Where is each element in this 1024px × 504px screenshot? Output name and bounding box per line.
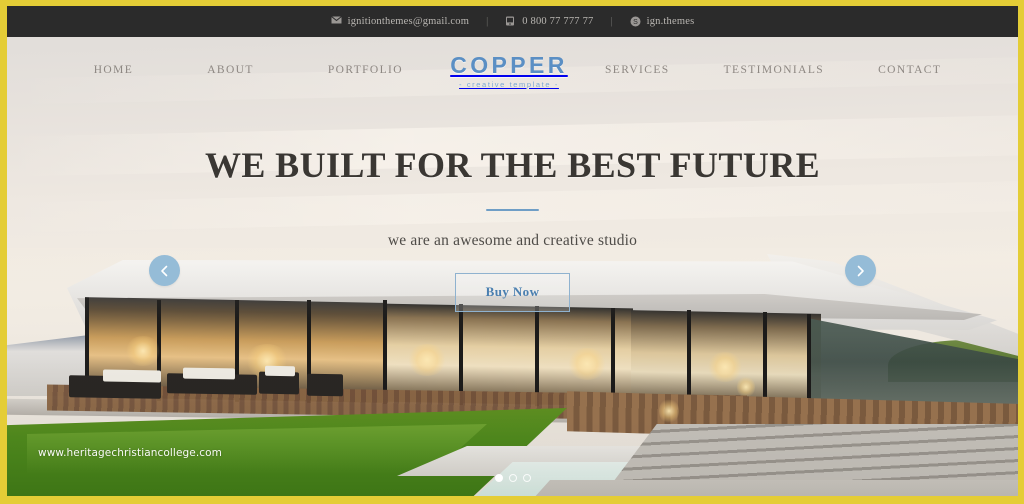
carousel-next-button[interactable] xyxy=(845,255,876,286)
site-viewport: WE BUILT FOR THE BEST FUTURE we are an a… xyxy=(7,6,1018,496)
buy-now-button[interactable]: Buy Now xyxy=(454,272,571,312)
envelope-icon xyxy=(330,16,342,27)
contact-skype-text: ign.themes xyxy=(646,16,695,27)
contact-phone-text: 0 800 77 777 77 xyxy=(522,16,594,27)
nav-item-contact[interactable]: CONTACT xyxy=(878,60,941,80)
main-navigation: HOME ABOUT PORTFOLIO COPPER - creative t… xyxy=(7,37,1018,103)
logo-tagline: - creative template - xyxy=(459,79,559,89)
chevron-left-icon xyxy=(160,265,169,277)
hero-content: WE BUILT FOR THE BEST FUTURE we are an a… xyxy=(7,145,1018,312)
carousel-dot-2[interactable] xyxy=(508,474,517,482)
title-divider xyxy=(486,208,539,211)
top-contact-bar: ignitionthemes@gmail.com | 0 800 77 777 … xyxy=(7,6,1018,37)
phone-icon xyxy=(505,16,516,27)
contact-skype[interactable]: S ign.themes xyxy=(630,16,695,27)
nav-item-about[interactable]: ABOUT xyxy=(207,60,254,80)
nav-item-portfolio[interactable]: PORTFOLIO xyxy=(328,60,403,80)
contact-separator-2: | xyxy=(610,16,613,27)
nav-item-testimonials[interactable]: TESTIMONIALS xyxy=(724,60,825,80)
contact-phone[interactable]: 0 800 77 777 77 xyxy=(505,16,593,27)
chevron-right-icon xyxy=(856,265,865,277)
contact-email-text: ignitionthemes@gmail.com xyxy=(347,16,470,27)
nav-item-home[interactable]: HOME xyxy=(94,60,133,80)
carousel-dot-1[interactable] xyxy=(494,474,503,482)
watermark-url: www.heritagechristiancollege.com xyxy=(38,447,222,459)
hero-subheading: we are an awesome and creative studio xyxy=(387,231,638,249)
nav-item-services[interactable]: SERVICES xyxy=(605,60,670,80)
carousel-pagination xyxy=(7,474,1018,482)
page-frame: WE BUILT FOR THE BEST FUTURE we are an a… xyxy=(0,0,1024,504)
svg-text:S: S xyxy=(633,19,638,26)
page-title: WE BUILT FOR THE BEST FUTURE xyxy=(204,145,821,185)
skype-icon: S xyxy=(630,16,641,27)
contact-email[interactable]: ignitionthemes@gmail.com xyxy=(330,16,470,27)
logo-name: COPPER xyxy=(450,51,568,78)
carousel-prev-button[interactable] xyxy=(149,255,180,286)
carousel-dot-3[interactable] xyxy=(522,474,531,482)
contact-separator-1: | xyxy=(486,16,489,27)
site-logo[interactable]: COPPER - creative template - xyxy=(444,51,574,89)
